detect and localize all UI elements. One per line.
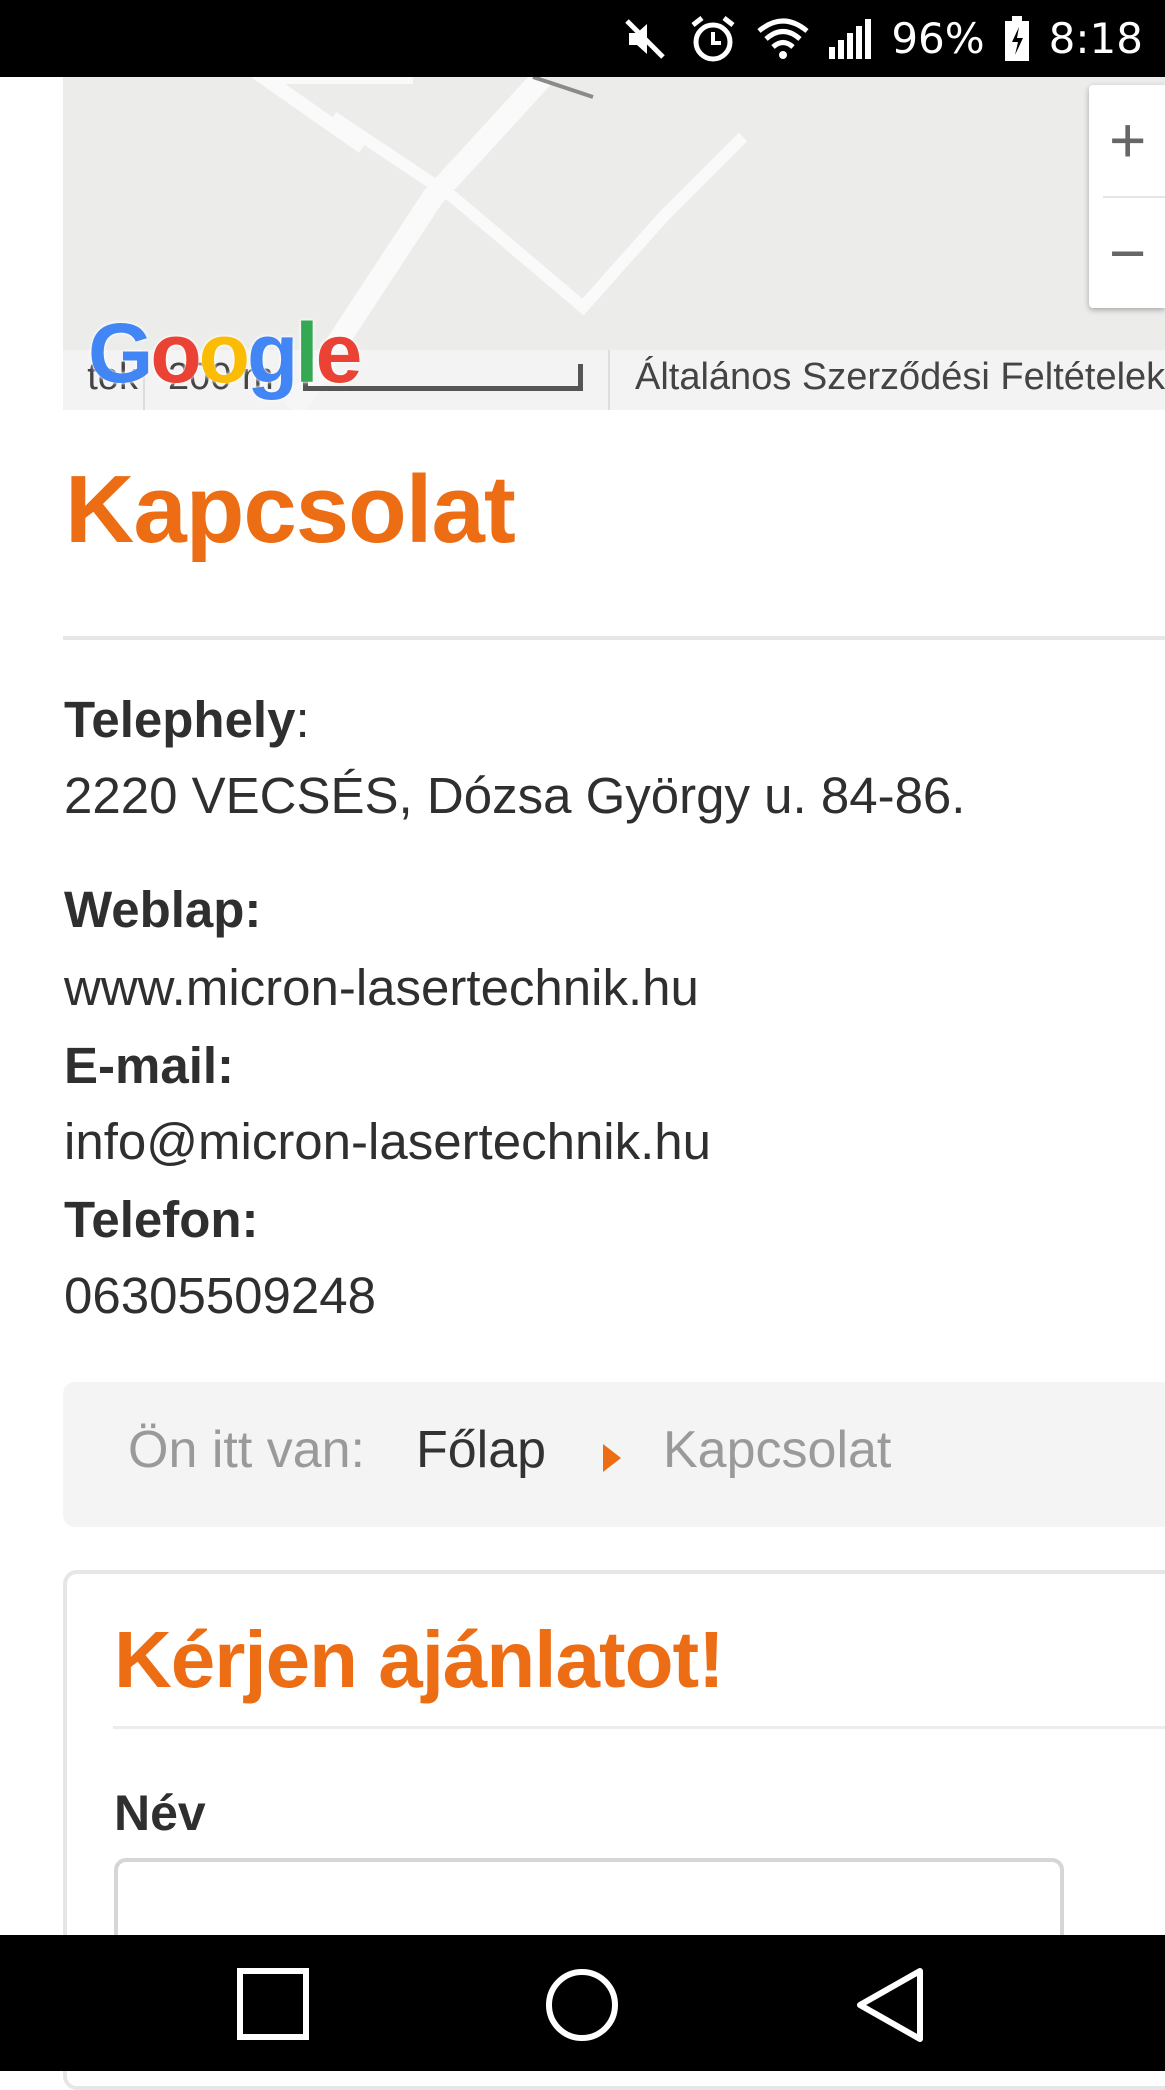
email-label: E-mail: (64, 1037, 235, 1094)
zoom-out-button[interactable]: − (1089, 198, 1165, 308)
map-terms-link[interactable]: Általános Szerződési Feltételek (635, 356, 1165, 399)
zoom-control: + − (1089, 85, 1165, 308)
site-label-line: Telephely: (64, 690, 310, 749)
page-title: Kapcsolat (65, 456, 516, 563)
name-field-label: Név (114, 1785, 206, 1841)
map[interactable]: + − tok 200 m Általános Szerződési Felté… (63, 77, 1165, 410)
breadcrumb: Ön itt van: Főlap Kapcsolat (63, 1382, 1165, 1527)
wifi-icon (757, 17, 809, 61)
breadcrumb-label: Ön itt van: (128, 1421, 365, 1479)
breadcrumb-current: Kapcsolat (663, 1421, 892, 1479)
navigation-bar (0, 1935, 1165, 2071)
battery-icon (1003, 15, 1031, 63)
address-text: 2220 VECSÉS, Dózsa György u. 84-86. (64, 767, 966, 824)
phone-label: Telefon: (64, 1191, 259, 1248)
zoom-in-button[interactable]: + (1089, 85, 1165, 195)
back-button[interactable] (850, 1965, 930, 2045)
clock: 8:18 (1048, 14, 1143, 63)
web-label: Weblap: (64, 881, 262, 938)
phone-value[interactable]: 06305509248 (64, 1266, 376, 1325)
footer-divider (608, 350, 610, 410)
site-label: Telephely (64, 691, 296, 748)
breadcrumb-home-link[interactable]: Főlap (416, 1420, 546, 1480)
recent-apps-button[interactable] (234, 1965, 314, 2045)
breadcrumb-arrow-icon (603, 1444, 621, 1472)
mute-icon (621, 15, 669, 63)
form-title: Kérjen ajánlatot! (114, 1615, 725, 1704)
email-link[interactable]: info@micron-lasertechnik.hu (64, 1112, 711, 1171)
form-divider (113, 1726, 1165, 1729)
site-colon: : (295, 691, 310, 748)
divider (63, 636, 1165, 640)
battery-percent: 96% (891, 14, 985, 63)
signal-icon (827, 17, 873, 61)
status-bar: 96% 8:18 (0, 0, 1165, 77)
google-logo: Google (88, 306, 362, 400)
home-button[interactable] (542, 1965, 622, 2045)
alarm-icon (687, 13, 739, 65)
web-link[interactable]: www.micron-lasertechnik.hu (64, 958, 699, 1017)
